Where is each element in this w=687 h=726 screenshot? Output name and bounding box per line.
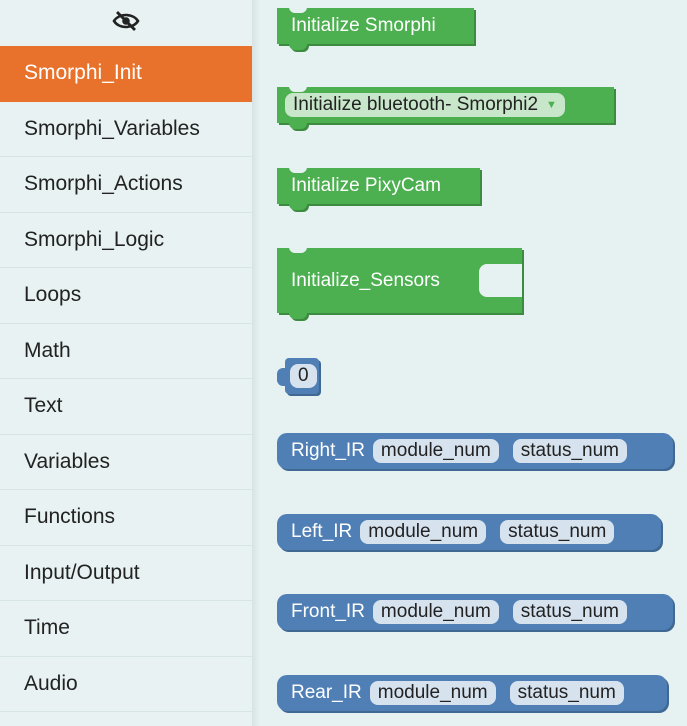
block-label: Right_IR <box>291 440 365 461</box>
number-field[interactable]: 0 <box>290 364 317 388</box>
status-num-field[interactable]: status_num <box>509 681 624 705</box>
block-label: Front_IR <box>291 601 365 622</box>
status-num-field[interactable]: status_num <box>500 520 615 544</box>
number-block[interactable]: 0 <box>277 358 319 394</box>
block-flyout: Initialize Smorphi Initialize bluetooth-… <box>260 0 687 726</box>
module-num-field[interactable]: module_num <box>360 520 487 544</box>
statement-input-slot[interactable] <box>479 264 522 297</box>
block-label: Initialize PixyCam <box>291 175 441 196</box>
toolbox-sidebar: Smorphi_Init Smorphi_Variables Smorphi_A… <box>0 0 252 726</box>
block-label: Left_IR <box>291 521 353 542</box>
initialize-bluetooth-block[interactable]: Initialize bluetooth- Smorphi2 ▼ <box>277 86 614 129</box>
module-num-field[interactable]: module_num <box>369 681 496 705</box>
category-smorphi-init[interactable]: Smorphi_Init <box>0 46 252 102</box>
eye-slash-icon[interactable] <box>112 10 140 37</box>
category-audio[interactable]: Audio <box>0 657 252 712</box>
block-label: Initialize Smorphi <box>291 15 436 36</box>
initialize-pixycam-block[interactable]: Initialize PixyCam <box>277 167 480 210</box>
caret-down-icon: ▼ <box>546 99 557 111</box>
category-math[interactable]: Math <box>0 324 252 379</box>
status-num-field[interactable]: status_num <box>512 439 627 463</box>
left-ir-block[interactable]: Left_IR module_num status_num <box>277 514 661 550</box>
category-functions[interactable]: Functions <box>0 490 252 546</box>
block-label: Initialize bluetooth- <box>293 94 452 115</box>
toolbox-header <box>0 0 252 46</box>
front-ir-block[interactable]: Front_IR module_num status_num <box>277 594 673 630</box>
dropdown-value: Smorphi2 <box>456 94 539 115</box>
initialize-smorphi-block[interactable]: Initialize Smorphi <box>277 7 474 50</box>
bluetooth-dropdown[interactable]: Initialize bluetooth- Smorphi2 ▼ <box>285 93 565 117</box>
sidebar-divider <box>252 0 260 726</box>
category-input-output[interactable]: Input/Output <box>0 546 252 601</box>
category-text[interactable]: Text <box>0 379 252 435</box>
category-time[interactable]: Time <box>0 601 252 657</box>
right-ir-block[interactable]: Right_IR module_num status_num <box>277 433 673 469</box>
category-variables[interactable]: Variables <box>0 435 252 490</box>
block-label: Rear_IR <box>291 682 362 703</box>
output-connector <box>277 368 287 386</box>
category-smorphi-actions[interactable]: Smorphi_Actions <box>0 157 252 213</box>
block-label: Initialize_Sensors <box>291 269 440 291</box>
status-num-field[interactable]: status_num <box>512 600 627 624</box>
module-num-field[interactable]: module_num <box>372 439 499 463</box>
module-num-field[interactable]: module_num <box>372 600 499 624</box>
initialize-sensors-block[interactable]: Initialize_Sensors <box>277 247 522 319</box>
category-loops[interactable]: Loops <box>0 268 252 324</box>
category-smorphi-logic[interactable]: Smorphi_Logic <box>0 213 252 268</box>
category-smorphi-variables[interactable]: Smorphi_Variables <box>0 102 252 157</box>
rear-ir-block[interactable]: Rear_IR module_num status_num <box>277 675 667 711</box>
